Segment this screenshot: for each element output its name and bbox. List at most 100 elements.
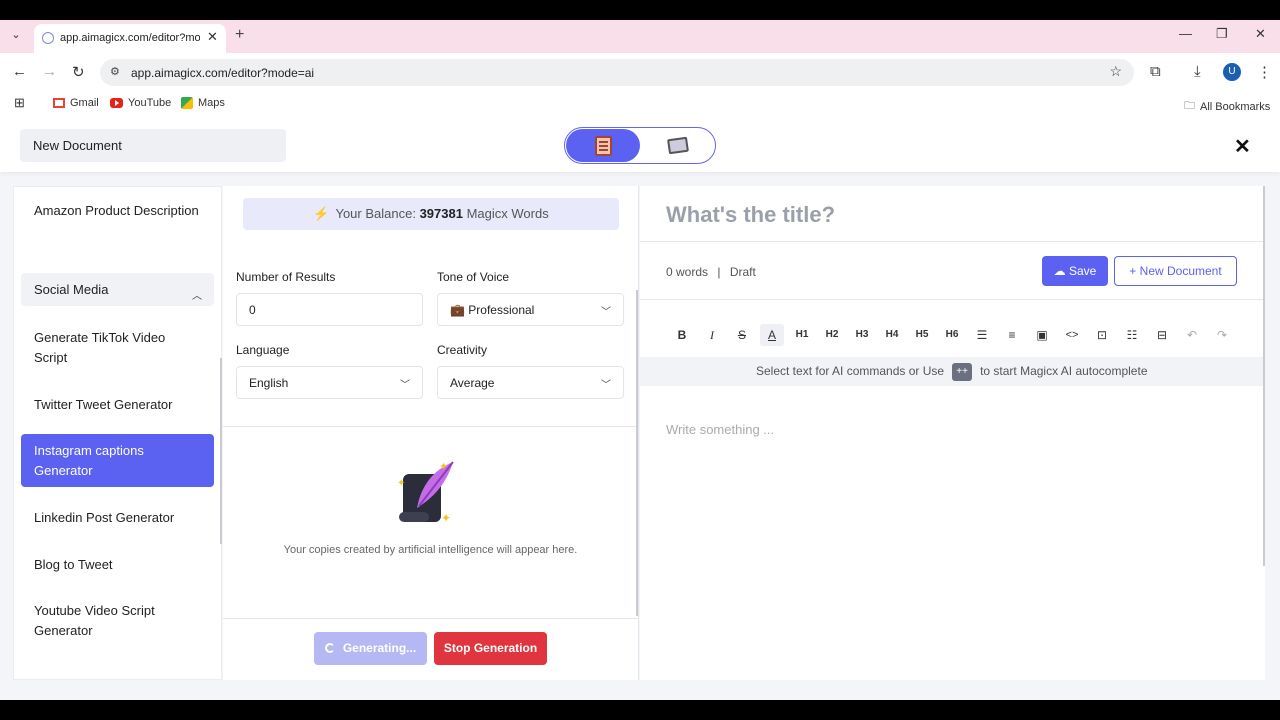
apps-grid-icon[interactable]: ⊞ <box>14 95 25 111</box>
align-icon[interactable]: ☷ <box>1120 324 1144 346</box>
address-bar[interactable]: ⚙ app.aimagicx.com/editor?mode=ai ☆ <box>100 59 1134 86</box>
language-value: English <box>249 376 289 390</box>
editor-body[interactable]: Write something ... <box>666 422 774 437</box>
sidebar-item-amazon[interactable]: Amazon Product Description <box>21 201 214 221</box>
svg-text:✦: ✦ <box>397 478 405 489</box>
gmail-icon <box>53 98 65 108</box>
image-icon[interactable]: ▣ <box>1030 324 1054 346</box>
restore-icon[interactable]: ❐ <box>1216 26 1228 42</box>
reload-icon[interactable]: ↻ <box>72 63 85 81</box>
new-document-label: New Document <box>1139 264 1222 278</box>
browser-navbar: ← → ↻ ⚙ app.aimagicx.com/editor?mode=ai … <box>0 53 1280 91</box>
sidebar-scrollbar[interactable] <box>220 358 222 544</box>
h6-button[interactable]: H6 <box>940 324 964 346</box>
download-icon[interactable]: ⤓ <box>1194 63 1201 80</box>
ai-mode-button[interactable] <box>566 129 640 162</box>
extensions-icon[interactable]: ⧉ <box>1150 63 1161 80</box>
h5-button[interactable]: H5 <box>910 324 934 346</box>
bookmark-star-icon[interactable]: ☆ <box>1109 63 1122 80</box>
word-count: 0 words <box>666 265 709 279</box>
bolt-icon: ⚡ <box>313 206 330 221</box>
url-text[interactable]: app.aimagicx.com/editor?mode=ai <box>131 66 314 80</box>
h4-button[interactable]: H4 <box>880 324 904 346</box>
all-bookmarks-label: All Bookmarks <box>1200 100 1271 113</box>
balance-suffix: Magicx Words <box>466 206 549 221</box>
bookmark-maps[interactable]: Maps <box>181 97 225 109</box>
sidebar-item-instagram[interactable]: Instagram captions Generator <box>21 434 214 487</box>
tab-search-icon[interactable]: ⌄ <box>6 28 26 46</box>
briefcase-icon: 💼 <box>450 303 465 317</box>
quill-scroll-icon: ✦ ✦ ✦ <box>397 461 454 525</box>
app-topbar: New Document ✕ <box>0 118 1280 172</box>
avatar[interactable]: U <box>1223 63 1241 81</box>
mode-switch[interactable] <box>564 127 716 164</box>
window-close-icon[interactable]: ✕ <box>1255 26 1266 42</box>
spinner-icon <box>324 643 335 653</box>
minimize-icon[interactable]: — <box>1179 26 1192 41</box>
bookmark-gmail[interactable]: Gmail <box>53 97 99 109</box>
bold-button[interactable]: B <box>670 324 694 346</box>
sidebar-item-youtube-script[interactable]: Youtube Video Script Generator <box>21 601 214 641</box>
bookmark-label: Gmail <box>70 97 99 109</box>
sidebar-item-twitter[interactable]: Twitter Tweet Generator <box>21 395 214 415</box>
italic-button[interactable]: I <box>700 324 724 346</box>
tab-favicon-icon <box>42 32 54 44</box>
num-results-input[interactable]: 0 <box>236 293 423 326</box>
youtube-icon <box>110 98 123 108</box>
sidebar-item-tiktok[interactable]: Generate TikTok Video Script <box>21 328 214 368</box>
num-results-label: Number of Results <box>236 270 336 284</box>
document-meta: 0 words | Draft <box>666 265 756 279</box>
form-scrollbar[interactable] <box>636 290 638 616</box>
generating-label: Generating... <box>342 641 417 655</box>
bookmark-label: YouTube <box>128 97 172 109</box>
editor-panel: What's the title? 0 words | Draft ☁ Save… <box>640 186 1265 680</box>
divider <box>223 618 638 619</box>
title-input[interactable]: What's the title? <box>666 202 835 228</box>
h2-button[interactable]: H2 <box>820 324 844 346</box>
code-icon[interactable]: <> <box>1060 324 1084 346</box>
generator-panel: ⚡ Your Balance: 397381 Magicx Words Numbe… <box>223 186 639 680</box>
tab-title: app.aimagicx.com/editor?mode=ai <box>60 32 200 44</box>
manual-mode-icon[interactable] <box>667 136 689 155</box>
sidebar-item-blog-to-tweet[interactable]: Blog to Tweet <box>21 555 214 575</box>
save-button[interactable]: ☁ Save <box>1042 256 1108 286</box>
stop-generation-button[interactable]: Stop Generation <box>434 632 547 665</box>
redo-icon[interactable]: ↷ <box>1210 324 1234 346</box>
browser-tab[interactable]: app.aimagicx.com/editor?mode=ai ✕ <box>34 24 226 53</box>
bookmarks-bar: ⊞ Gmail YouTube Maps 🗀 All Bookmarks <box>0 91 1280 118</box>
forward-icon[interactable]: → <box>42 63 57 80</box>
h1-button[interactable]: H1 <box>790 324 814 346</box>
text-color-button[interactable]: A <box>760 324 784 346</box>
editor-scrollbar[interactable] <box>1263 186 1265 566</box>
svg-text:✦: ✦ <box>439 461 448 473</box>
app: New Document ✕ Amazon Product Descriptio… <box>0 118 1280 700</box>
strike-button[interactable]: S <box>730 324 754 346</box>
bullet-list-icon[interactable]: ☰ <box>970 324 994 346</box>
undo-icon[interactable]: ↶ <box>1180 324 1204 346</box>
close-editor-icon[interactable]: ✕ <box>1234 134 1251 159</box>
generating-button[interactable]: Generating... <box>314 632 427 665</box>
chevron-up-icon[interactable]: ︿ <box>192 280 202 313</box>
tab-close-icon[interactable]: ✕ <box>207 29 218 45</box>
creativity-select[interactable]: Average ﹀ <box>437 366 624 399</box>
chevron-down-icon: ﹀ <box>601 307 611 318</box>
language-select[interactable]: English ﹀ <box>236 366 423 399</box>
bookmark-youtube[interactable]: YouTube <box>110 97 171 109</box>
back-icon[interactable]: ← <box>12 63 27 80</box>
sidebar-item-linkedin[interactable]: Linkedin Post Generator <box>21 508 214 528</box>
divider-icon[interactable]: ⊟ <box>1150 324 1174 346</box>
tone-select[interactable]: 💼 Professional ﹀ <box>437 293 624 326</box>
site-info-icon[interactable]: ⚙ <box>110 65 120 78</box>
ai-hint-bar: Select text for AI commands or Use ++ to s… <box>640 357 1265 386</box>
new-document-button[interactable]: + New Document <box>1114 256 1237 286</box>
divider <box>640 299 1265 300</box>
menu-kebab-icon[interactable]: ⋮ <box>1257 63 1272 81</box>
ordered-list-icon[interactable]: ≡ <box>1000 324 1024 346</box>
new-tab-icon[interactable]: + <box>235 26 244 44</box>
all-bookmarks[interactable]: 🗀 All Bookmarks <box>1184 97 1270 116</box>
document-name-input[interactable]: New Document <box>20 129 286 162</box>
code-block-icon[interactable]: ⊡ <box>1090 324 1114 346</box>
sidebar-section-social-media[interactable]: Social Media ︿ <box>21 273 214 306</box>
h3-button[interactable]: H3 <box>850 324 874 346</box>
ai-document-icon <box>595 136 612 156</box>
